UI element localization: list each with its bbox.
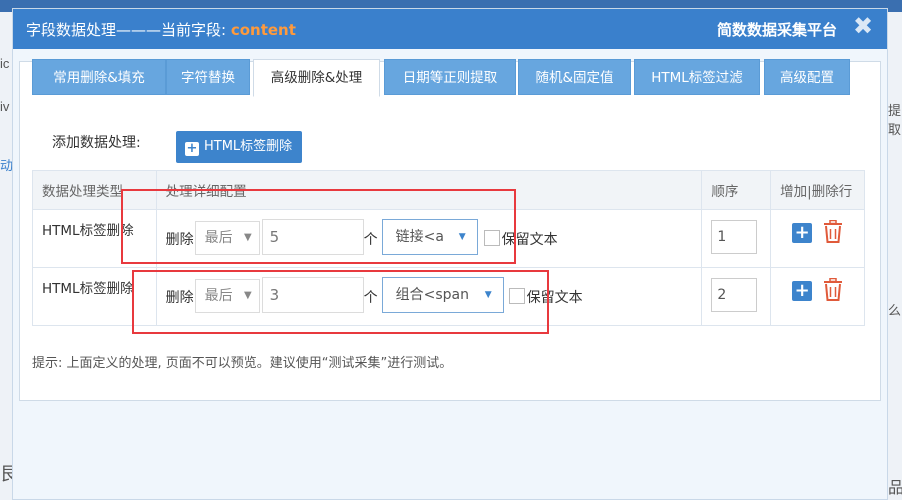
tag-mode-select[interactable]: 链接<a ▼ xyxy=(381,219,478,255)
dropdown-arrow-icon: ▼ xyxy=(243,290,252,301)
background-right-strip xyxy=(888,12,902,500)
position-select[interactable]: 最后 ▼ xyxy=(194,221,260,255)
add-processing-label: 添加数据处理: xyxy=(52,135,141,151)
chevron-down-icon: ▼ xyxy=(458,232,466,242)
hint-text: 提示: 上面定义的处理, 页面不可以预览。建议使用“测试采集”进行测试。 xyxy=(32,356,453,371)
table-row: HTML标签删除 删除 最后 ▼ 5 个 链接<a ▼ 保留文本 1 + xyxy=(32,209,865,268)
header-order: 顺序 xyxy=(701,170,772,210)
plus-icon: + xyxy=(185,141,199,156)
row-type: HTML标签删除 xyxy=(42,281,134,297)
position-value: 最后 xyxy=(204,288,233,304)
background-fragment: 提取 xyxy=(888,103,902,137)
position-value: 最后 xyxy=(204,230,233,246)
tab-advanced-config[interactable]: 高级配置 xyxy=(764,59,850,95)
table-row: HTML标签删除 删除 最后 ▼ 3 个 组合<span ▼ 保留文本 2 + xyxy=(32,267,865,326)
background-fragment: iv xyxy=(0,99,10,114)
dialog-titlebar: 字段数据处理———当前字段: content 简数数据采集平台 ✖ xyxy=(13,9,887,49)
dialog-title-prefix: 字段数据处理———当前字段: xyxy=(26,21,231,39)
tab-char-replace[interactable]: 字符替换 xyxy=(166,59,250,95)
dialog-title: 字段数据处理———当前字段: content xyxy=(26,19,296,40)
keep-text-label: 保留文本 xyxy=(526,290,583,306)
tab-random-fixed-value[interactable]: 随机&固定值 xyxy=(518,59,631,95)
keep-text-checkbox[interactable] xyxy=(508,288,525,304)
count-input[interactable]: 5 xyxy=(261,219,364,255)
unit-label: 个 xyxy=(363,232,378,248)
tag-mode-select[interactable]: 组合<span ▼ xyxy=(381,277,504,313)
background-fragment: 品 xyxy=(888,480,902,497)
close-icon[interactable]: ✖ xyxy=(851,14,875,38)
keep-text-label: 保留文本 xyxy=(501,232,558,248)
header-config: 处理详细配置 xyxy=(155,170,703,210)
row-type: HTML标签删除 xyxy=(42,223,134,239)
delete-label: 删除 xyxy=(165,232,194,248)
add-html-tag-delete-button[interactable]: + HTML标签删除 xyxy=(176,131,302,163)
header-type: 数据处理类型 xyxy=(32,170,157,210)
unit-label: 个 xyxy=(363,290,378,306)
row-actions-cell: + xyxy=(770,267,865,326)
chevron-down-icon: ▼ xyxy=(484,290,492,300)
tab-html-tag-filter[interactable]: HTML标签过滤 xyxy=(634,59,760,95)
tab-regex-extract[interactable]: 日期等正则提取 xyxy=(384,59,516,95)
platform-brand: 简数数据采集平台 xyxy=(716,21,837,39)
row-order-cell: 1 xyxy=(701,209,772,268)
delete-label: 删除 xyxy=(165,290,194,306)
add-button-label: HTML标签删除 xyxy=(204,139,293,154)
background-left-strip xyxy=(0,12,12,500)
order-input[interactable]: 2 xyxy=(711,278,758,312)
row-order-cell: 2 xyxy=(701,267,772,326)
row-config-cell: 删除 最后 ▼ 5 个 链接<a ▼ 保留文本 xyxy=(155,209,703,268)
table-header-row: 数据处理类型 处理详细配置 顺序 增加|删除行 xyxy=(32,170,865,210)
count-input[interactable]: 3 xyxy=(261,277,364,313)
tab-advanced-delete[interactable]: 高级删除&处理 xyxy=(253,59,380,97)
trash-icon[interactable] xyxy=(823,278,843,302)
order-input[interactable]: 1 xyxy=(711,220,758,254)
row-type-cell: HTML标签删除 xyxy=(32,267,157,326)
background-fragment: 么 xyxy=(888,303,902,318)
position-select[interactable]: 最后 ▼ xyxy=(194,279,260,313)
keep-text-checkbox[interactable] xyxy=(483,230,500,246)
row-actions-cell: + xyxy=(770,209,865,268)
background-fragment: ic xyxy=(0,56,10,71)
processing-table: 数据处理类型 处理详细配置 顺序 增加|删除行 HTML标签删除 删除 最后 ▼ … xyxy=(32,170,865,326)
dropdown-arrow-icon: ▼ xyxy=(243,232,252,243)
tag-mode-value: 链接<a xyxy=(395,229,444,245)
current-field-name: content xyxy=(230,21,296,39)
add-row-icon[interactable]: + xyxy=(792,223,813,243)
tab-common-delete-fill[interactable]: 常用删除&填充 xyxy=(32,59,166,95)
row-type-cell: HTML标签删除 xyxy=(32,209,157,268)
tag-mode-value: 组合<span xyxy=(395,287,470,303)
add-row-icon[interactable]: + xyxy=(792,281,813,301)
header-actions: 增加|删除行 xyxy=(770,170,865,210)
trash-icon[interactable] xyxy=(823,220,843,244)
row-config-cell: 删除 最后 ▼ 3 个 组合<span ▼ 保留文本 xyxy=(155,267,703,326)
